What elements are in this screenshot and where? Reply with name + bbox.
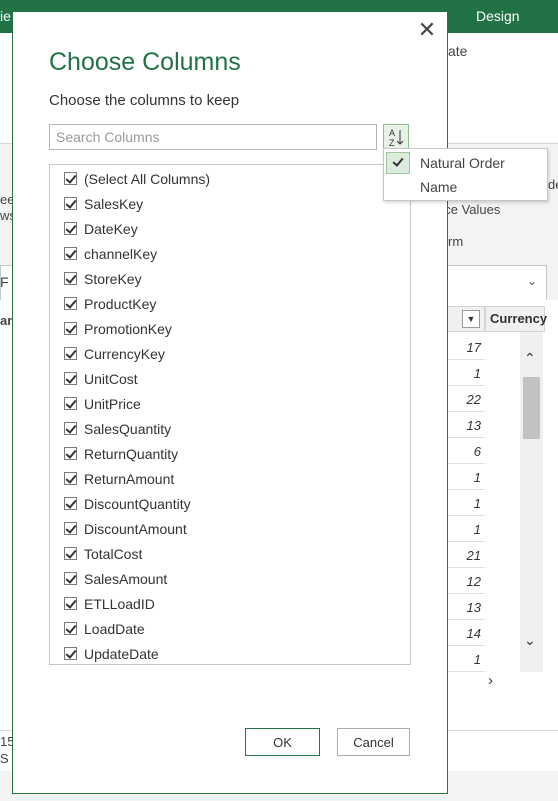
column-label: SalesAmount (84, 570, 168, 587)
close-icon[interactable]: ✕ (415, 18, 439, 42)
column-header-currency[interactable]: Currency (485, 306, 547, 332)
column-list-item[interactable]: DiscountAmount (50, 516, 410, 541)
checkbox-checked[interactable] (64, 447, 77, 460)
column-label: DateKey (84, 220, 138, 237)
column-label: DiscountQuantity (84, 495, 191, 512)
menu-item-natural-order[interactable]: Natural Order (384, 151, 547, 175)
dialog-title: Choose Columns (49, 48, 241, 76)
column-label: channelKey (84, 245, 158, 262)
column-list-item[interactable]: ProductKey (50, 291, 410, 316)
column-label: LoadDate (84, 620, 145, 637)
column-label: ProductKey (84, 295, 157, 312)
dialog-subtitle: Choose the columns to keep (49, 92, 240, 109)
column-label: ReturnAmount (84, 470, 175, 487)
menu-item-name[interactable]: Name (384, 175, 547, 199)
sort-az-icon: A Z (389, 128, 404, 148)
choose-columns-dialog: ✕ Choose Columns Choose the columns to k… (12, 11, 448, 794)
checkbox-checked[interactable] (64, 197, 77, 210)
column-label: UnitCost (84, 370, 138, 387)
column-label: StoreKey (84, 270, 142, 287)
checkbox-checked[interactable] (64, 497, 77, 510)
sort-order-menu: Natural Order Name (383, 148, 548, 201)
ribbon-tab-design[interactable]: Design (476, 8, 520, 24)
column-label: UpdateDate (84, 645, 159, 662)
checkbox-checked[interactable] (64, 222, 77, 235)
column-list-item[interactable]: StoreKey (50, 266, 410, 291)
checkbox-checked[interactable] (64, 347, 77, 360)
column-list-item[interactable]: ETLLoadID (50, 591, 410, 616)
column-list-item[interactable]: ReturnAmount (50, 466, 410, 491)
column-list-item[interactable]: channelKey (50, 241, 410, 266)
column-label: ReturnQuantity (84, 445, 179, 462)
checkbox-checked[interactable] (64, 272, 77, 285)
column-label: PromotionKey (84, 320, 172, 337)
ribbon-text-transform: rm (448, 234, 464, 249)
column-list-item[interactable]: LoadDate (50, 616, 410, 641)
column-list-item[interactable]: TotalCost (50, 541, 410, 566)
left-text-f: F (0, 274, 9, 290)
checkbox-checked[interactable] (64, 172, 77, 185)
svg-text:Z: Z (389, 138, 395, 148)
svg-text:A: A (389, 128, 395, 138)
column-list-item[interactable]: CurrencyKey (50, 341, 410, 366)
column-list-item[interactable]: DiscountQuantity (50, 491, 410, 516)
menu-item-label: Natural Order (420, 155, 505, 171)
ribbon-text-ate: ate (448, 43, 468, 59)
checkmark-icon (386, 152, 410, 174)
column-list-item[interactable]: SalesKey (50, 191, 410, 216)
column-list-item[interactable]: UpdateDate (50, 641, 410, 664)
chevron-down-icon[interactable]: ⌄ (527, 274, 537, 288)
column-list-item[interactable]: UnitCost (50, 366, 410, 391)
ribbon-text-de: de (548, 177, 558, 192)
columns-list[interactable]: (Select All Columns) SalesKey DateKey chann… (49, 164, 411, 665)
checkbox-checked[interactable] (64, 547, 77, 560)
checkbox-checked[interactable] (64, 572, 77, 585)
scroll-up-icon[interactable]: ⌃ (524, 350, 536, 367)
checkbox-checked[interactable] (64, 472, 77, 485)
column-label: UnitPrice (84, 395, 141, 412)
select-all-columns-item[interactable]: (Select All Columns) (50, 166, 410, 191)
checkbox-checked[interactable] (64, 372, 77, 385)
checkbox-checked[interactable] (64, 297, 77, 310)
scrollbar-thumb[interactable] (523, 377, 540, 439)
status-text-2: S (0, 751, 9, 766)
column-list-item[interactable]: UnitPrice (50, 391, 410, 416)
column-label: CurrencyKey (84, 345, 165, 362)
search-columns-input[interactable] (49, 124, 377, 150)
ribbon-tab-view[interactable]: ie (0, 8, 11, 24)
column-label: SalesQuantity (84, 420, 172, 437)
column-label: SalesKey (84, 195, 144, 212)
column-label: TotalCost (84, 545, 143, 562)
checkbox-checked[interactable] (64, 622, 77, 635)
scroll-right-icon[interactable]: › (488, 672, 493, 689)
vertical-scrollbar[interactable]: ⌃ ⌄ (520, 332, 543, 672)
sort-az-button[interactable]: A Z (383, 124, 409, 150)
column-filter-icon[interactable]: ▼ (462, 310, 480, 328)
checkbox-checked[interactable] (64, 597, 77, 610)
checkbox-checked[interactable] (64, 322, 77, 335)
column-list-item[interactable]: SalesAmount (50, 566, 410, 591)
checkbox-checked[interactable] (64, 647, 77, 660)
cancel-button[interactable]: Cancel (337, 728, 410, 756)
checkbox-checked[interactable] (64, 247, 77, 260)
column-list-item[interactable]: PromotionKey (50, 316, 410, 341)
checkbox-checked[interactable] (64, 397, 77, 410)
scroll-down-icon[interactable]: ⌄ (524, 632, 536, 649)
column-label: DiscountAmount (84, 520, 187, 537)
column-label: ETLLoadID (84, 595, 155, 612)
column-list-item[interactable]: DateKey (50, 216, 410, 241)
checkbox-checked[interactable] (64, 522, 77, 535)
column-label: (Select All Columns) (84, 170, 211, 187)
ok-button[interactable]: OK (245, 728, 320, 756)
column-list-item[interactable]: ReturnQuantity (50, 441, 410, 466)
menu-item-label: Name (420, 179, 458, 195)
column-list-item[interactable]: SalesQuantity (50, 416, 410, 441)
checkbox-checked[interactable] (64, 422, 77, 435)
